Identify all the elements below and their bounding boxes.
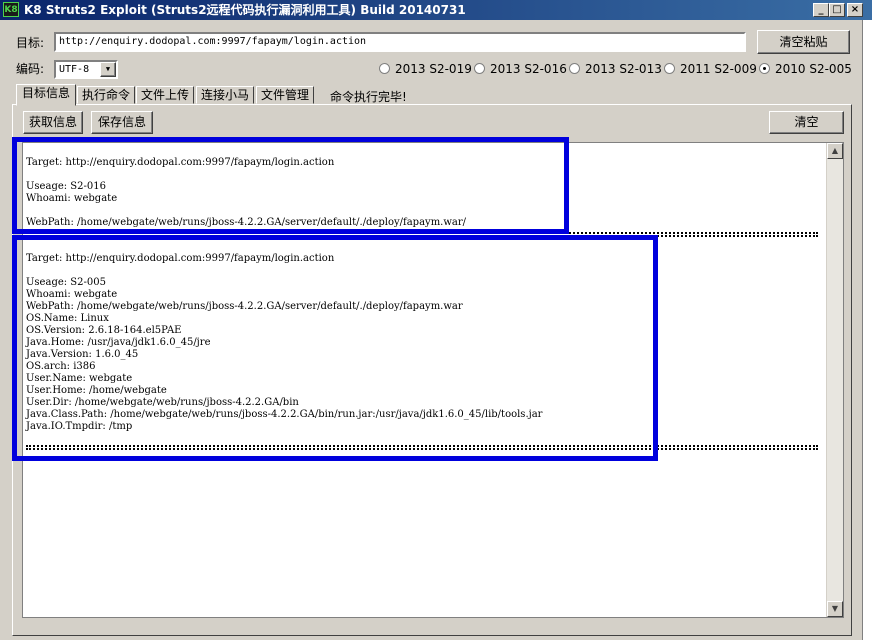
log-line: Useage: S2-005 — [26, 277, 106, 288]
log-line: OS.arch: i386 — [26, 361, 96, 372]
radio-dot-icon — [379, 63, 390, 74]
separator — [26, 232, 818, 237]
maximize-button[interactable]: □ — [829, 3, 845, 17]
radio-dot-icon — [474, 63, 485, 74]
log-line: Whoami: webgate — [26, 289, 118, 300]
log-line: Java.Class.Path: /home/webgate/web/runs/… — [26, 409, 543, 420]
log-line: Java.Version: 1.6.0_45 — [26, 349, 139, 360]
encoding-select[interactable]: UTF-8 ▼ — [54, 60, 118, 79]
log-line: Java.IO.Tmpdir: /tmp — [26, 421, 133, 432]
clear-paste-button[interactable]: 清空粘贴 — [757, 30, 850, 54]
clear-button[interactable]: 清空 — [769, 111, 844, 134]
minimize-button[interactable]: _ — [813, 3, 829, 17]
close-button[interactable]: × — [847, 3, 863, 17]
window-title: K8 Struts2 Exploit (Struts2远程代码执行漏洞利用工具)… — [24, 3, 466, 17]
save-info-button[interactable]: 保存信息 — [91, 111, 153, 134]
radio-s2-009[interactable]: 2011 S2-009 — [664, 62, 757, 76]
encoding-label: 编码: — [16, 62, 45, 76]
radio-dot-icon — [569, 63, 580, 74]
log-line: User.Name: webgate — [26, 373, 133, 384]
radio-label: 2013 S2-019 — [395, 62, 472, 76]
radio-label: 2013 S2-013 — [585, 62, 662, 76]
log-line: User.Dir: /home/webgate/web/runs/jboss-4… — [26, 397, 299, 408]
radio-s2-019[interactable]: 2013 S2-019 — [379, 62, 472, 76]
target-label: 目标: — [16, 36, 45, 50]
scroll-down-icon[interactable]: ▼ — [827, 601, 843, 617]
chevron-down-icon[interactable]: ▼ — [100, 62, 116, 77]
output-log[interactable]: Target: http://enquiry.dodopal.com:9997/… — [22, 142, 844, 618]
title-bar: K8 K8 Struts2 Exploit (Struts2远程代码执行漏洞利用… — [0, 0, 872, 20]
log-line: WebPath: /home/webgate/web/runs/jboss-4.… — [26, 301, 463, 312]
tab-connect-shell[interactable]: 连接小马 — [196, 86, 254, 104]
status-text: 命令执行完毕! — [330, 90, 407, 104]
tab-file-manager[interactable]: 文件管理 — [256, 86, 314, 104]
radio-label: 2011 S2-009 — [680, 62, 757, 76]
target-url-input[interactable]: http://enquiry.dodopal.com:9997/fapaym/l… — [54, 32, 746, 52]
log-line: Target: http://enquiry.dodopal.com:9997/… — [26, 157, 335, 168]
log-line: WebPath: /home/webgate/web/runs/jboss-4.… — [26, 217, 467, 228]
log-line: Target: http://enquiry.dodopal.com:9997/… — [26, 253, 335, 264]
radio-s2-016[interactable]: 2013 S2-016 — [474, 62, 567, 76]
tab-file-upload[interactable]: 文件上传 — [136, 86, 194, 104]
tab-exec-command[interactable]: 执行命令 — [77, 86, 135, 104]
log-line: OS.Name: Linux — [26, 313, 109, 324]
app-icon: K8 — [3, 2, 19, 17]
radio-s2-013[interactable]: 2013 S2-013 — [569, 62, 662, 76]
radio-label: 2013 S2-016 — [490, 62, 567, 76]
separator — [26, 445, 818, 450]
radio-dot-icon — [664, 63, 675, 74]
tab-target-info[interactable]: 目标信息 — [16, 84, 76, 106]
window-edge — [862, 20, 872, 640]
log-line: User.Home: /home/webgate — [26, 385, 167, 396]
radio-s2-005[interactable]: 2010 S2-005 — [759, 62, 852, 76]
log-line: Java.Home: /usr/java/jdk1.6.0_45/jre — [26, 337, 211, 348]
log-line: Useage: S2-016 — [26, 181, 106, 192]
radio-dot-checked-icon — [759, 63, 770, 74]
scroll-up-icon[interactable]: ▲ — [827, 143, 843, 159]
get-info-button[interactable]: 获取信息 — [23, 111, 83, 134]
log-line: OS.Version: 2.6.18-164.el5PAE — [26, 325, 182, 336]
vertical-scrollbar[interactable]: ▲ ▼ — [826, 143, 843, 617]
encoding-value: UTF-8 — [59, 64, 90, 75]
radio-label: 2010 S2-005 — [775, 62, 852, 76]
log-line: Whoami: webgate — [26, 193, 118, 204]
